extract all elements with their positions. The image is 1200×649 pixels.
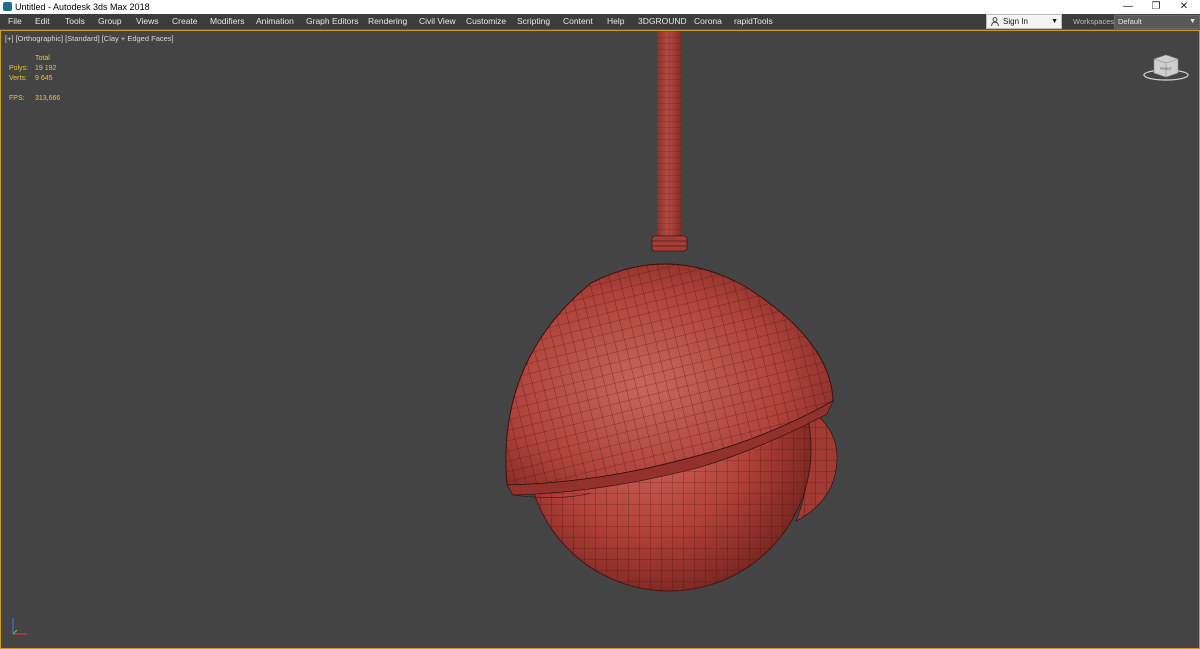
menu-content[interactable]: Content	[563, 14, 593, 29]
stats-header: Total	[35, 55, 50, 62]
chevron-down-icon: ▼	[1051, 18, 1058, 25]
viewport-label-segment[interactable]: [Standard]	[65, 34, 100, 43]
maximize-button[interactable]: ❐	[1142, 0, 1170, 14]
workspace-select[interactable]: Default ▼	[1114, 15, 1200, 29]
viewport-orthographic[interactable]: [+] [Orthographic] [Standard] [Clay + Edged…	[0, 30, 1200, 649]
menu-graph-editors[interactable]: Graph Editors	[306, 14, 358, 29]
polys-label: Polys:	[9, 65, 29, 72]
menu-rapidtools[interactable]: rapidTools	[734, 14, 773, 29]
menu-animation[interactable]: Animation	[256, 14, 294, 29]
viewport-label-segment[interactable]: [Orthographic]	[16, 34, 64, 43]
menu-scripting[interactable]: Scripting	[517, 14, 550, 29]
axis-tripod-icon	[12, 618, 27, 635]
fps-value: 313,666	[35, 95, 61, 102]
menu-file[interactable]: File	[8, 14, 22, 29]
menu-civil-view[interactable]: Civil View	[419, 14, 456, 29]
menu-group[interactable]: Group	[98, 14, 122, 29]
menu-create[interactable]: Create	[172, 14, 198, 29]
menu-modifiers[interactable]: Modifiers	[210, 14, 244, 29]
menu-3dground[interactable]: 3DGROUND	[638, 14, 687, 29]
viewport-label[interactable]: [+] [Orthographic] [Standard] [Clay + Edged…	[5, 34, 176, 43]
viewcube-icon[interactable]: FRONT	[1141, 49, 1191, 85]
close-button[interactable]: ✕	[1170, 0, 1198, 14]
menu-customize[interactable]: Customize	[466, 14, 506, 29]
user-icon	[991, 17, 999, 26]
polys-value: 19 192	[35, 65, 57, 72]
sign-in-dropdown[interactable]: Sign In ▼	[986, 14, 1062, 29]
viewcube-face-label: FRONT	[1160, 67, 1173, 71]
menu-help[interactable]: Help	[607, 14, 624, 29]
sign-in-label: Sign In	[1003, 17, 1028, 26]
menu-rendering[interactable]: Rendering	[368, 14, 407, 29]
title-bar: Untitled - Autodesk 3ds Max 2018 — ❐ ✕	[0, 0, 1200, 14]
viewport-label-segment[interactable]: [Clay + Edged Faces]	[102, 34, 174, 43]
viewport-label-segment[interactable]: [+]	[5, 34, 14, 43]
workspace-value: Default	[1118, 17, 1142, 26]
chevron-down-icon: ▼	[1189, 18, 1196, 25]
app-icon	[3, 2, 12, 11]
workspaces-label: Workspaces:	[1073, 17, 1117, 26]
menu-views[interactable]: Views	[136, 14, 159, 29]
minimize-button[interactable]: —	[1114, 0, 1142, 14]
verts-value: 9 645	[35, 75, 53, 82]
window-title: Untitled - Autodesk 3ds Max 2018	[15, 2, 150, 12]
verts-label: Verts:	[9, 75, 27, 82]
fps-label: FPS:	[9, 95, 25, 102]
lamp-model	[505, 31, 838, 592]
menu-edit[interactable]: Edit	[35, 14, 50, 29]
menu-tools[interactable]: Tools	[65, 14, 85, 29]
menu-corona[interactable]: Corona	[694, 14, 722, 29]
